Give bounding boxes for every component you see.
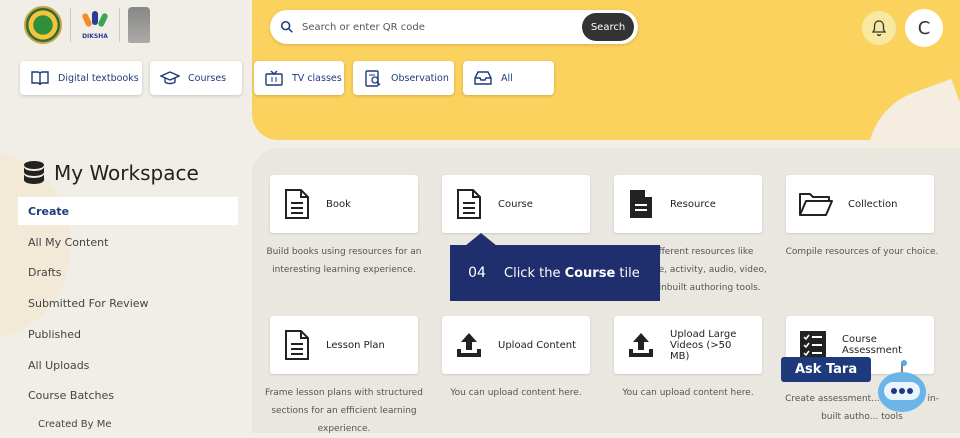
- card-upload-content[interactable]: Upload Content: [442, 316, 590, 374]
- card-course[interactable]: Course: [442, 175, 590, 233]
- search-button[interactable]: Search: [582, 13, 634, 41]
- tv-icon: [265, 70, 283, 86]
- search-input[interactable]: [302, 21, 562, 33]
- sidebar-item-created-by-me[interactable]: Created By Me: [18, 410, 238, 438]
- diksha-logo[interactable]: DIKSHA: [79, 10, 111, 40]
- avatar[interactable]: C: [905, 9, 943, 47]
- logo-divider: [70, 8, 71, 42]
- tab-label: Courses: [188, 72, 227, 84]
- graduation-cap-icon: [160, 71, 180, 85]
- sidebar-item-published[interactable]: Published: [18, 320, 238, 348]
- tab-tv-classes[interactable]: TV classes: [254, 61, 344, 95]
- workspace-title-label: My Workspace: [54, 161, 199, 185]
- card-label: Book: [326, 198, 351, 210]
- diksha-mark-icon: [81, 10, 109, 33]
- tara-robot-icon[interactable]: [872, 358, 932, 418]
- tooltip-text: Click the Course tile: [504, 266, 640, 281]
- card-description: Build books using resources for an inter…: [266, 247, 422, 275]
- national-emblem-logo: [128, 7, 150, 43]
- tooltip-text-highlight: Course: [564, 265, 616, 281]
- document-filled-icon: [630, 190, 652, 218]
- document-icon: [285, 330, 309, 360]
- sidebar-item-all-uploads[interactable]: All Uploads: [18, 351, 238, 379]
- tab-label: All: [501, 72, 513, 84]
- tooltip-text-suffix: tile: [615, 265, 640, 281]
- tab-label: Digital textbooks: [58, 72, 139, 84]
- card-upload-large-videos[interactable]: Upload Large Videos (>50 MB): [614, 316, 762, 374]
- card-description: Compile resources of your choice.: [785, 247, 939, 257]
- card-book[interactable]: Book: [270, 175, 418, 233]
- tab-courses[interactable]: Courses: [150, 61, 242, 95]
- tab-all[interactable]: All: [463, 61, 554, 95]
- sidebar-item-create[interactable]: Create: [18, 197, 238, 225]
- card-label: Course: [498, 198, 533, 210]
- document-icon: [285, 189, 309, 219]
- tooltip-text-prefix: Click the: [504, 265, 565, 281]
- clipboard-search-icon: [365, 70, 381, 87]
- logo-bar: DIKSHA: [24, 6, 150, 44]
- card-label: Collection: [848, 198, 898, 210]
- inbox-icon: [474, 71, 492, 85]
- tab-observation[interactable]: Observation: [353, 61, 454, 95]
- card-label: Lesson Plan: [326, 339, 385, 351]
- sidebar-item-all-my-content[interactable]: All My Content: [18, 228, 238, 256]
- tab-digital-textbooks[interactable]: Digital textbooks: [20, 61, 142, 95]
- card-label: Resource: [670, 198, 716, 210]
- card-description: You can upload content here.: [450, 388, 582, 398]
- notification-bell-icon[interactable]: [862, 11, 896, 45]
- document-icon: [457, 189, 481, 219]
- workspace-title: My Workspace: [22, 160, 199, 186]
- search-bar: Search: [270, 10, 638, 44]
- card-resource[interactable]: Resource: [614, 175, 762, 233]
- search-icon: [280, 20, 293, 33]
- walkthrough-tooltip: 04 Click the Course tile: [450, 245, 660, 301]
- database-icon: [24, 161, 44, 184]
- card-lesson-plan[interactable]: Lesson Plan: [270, 316, 418, 374]
- card-label: Upload Content: [498, 339, 576, 351]
- sidebar-item-drafts[interactable]: Drafts: [18, 258, 238, 286]
- upload-icon: [629, 333, 653, 357]
- tab-label: TV classes: [292, 72, 342, 84]
- upload-icon: [457, 333, 481, 357]
- folder-icon: [799, 193, 833, 216]
- book-open-icon: [31, 71, 49, 86]
- diksha-label: DIKSHA: [82, 32, 108, 40]
- card-description: You can upload content here.: [622, 388, 754, 398]
- card-collection[interactable]: Collection: [786, 175, 934, 233]
- state-emblem-logo[interactable]: [24, 6, 62, 44]
- ask-tara-button[interactable]: Ask Tara: [781, 357, 872, 382]
- sidebar-item-submitted[interactable]: Submitted For Review: [18, 289, 238, 317]
- card-label: Course Assessment: [842, 334, 902, 356]
- card-label: Upload Large Videos (>50 MB): [670, 328, 737, 362]
- sidebar-item-course-batches[interactable]: Course Batches: [18, 381, 238, 409]
- tooltip-step-number: 04: [468, 265, 486, 281]
- tab-label: Observation: [391, 72, 449, 84]
- card-description: Frame lesson plans with structured secti…: [265, 388, 423, 434]
- logo-divider: [119, 8, 120, 42]
